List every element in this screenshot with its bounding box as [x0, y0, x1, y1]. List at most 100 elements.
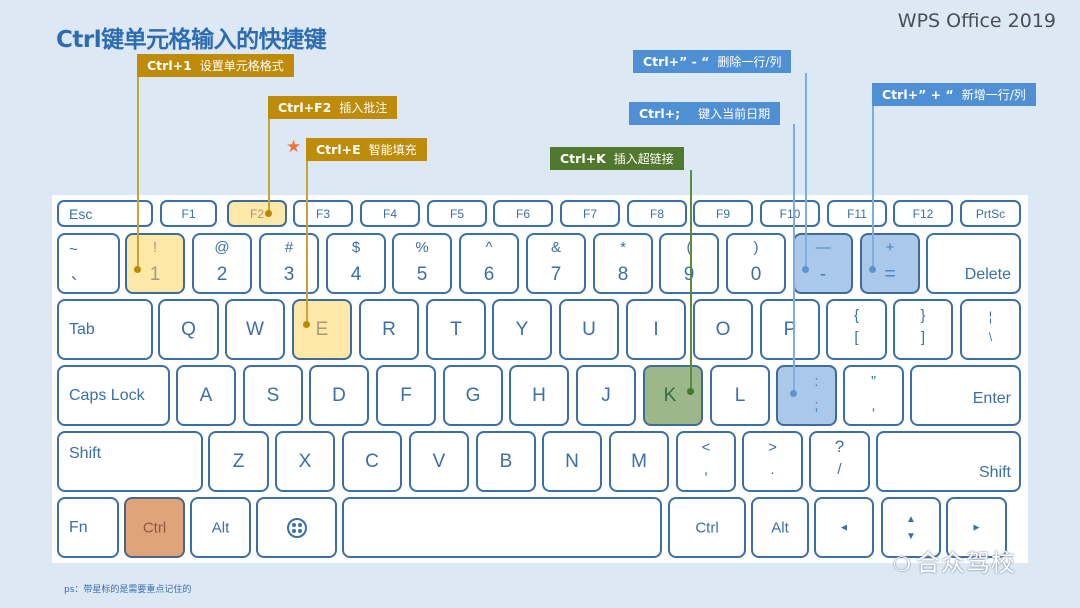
- key-l[interactable]: L: [710, 365, 770, 426]
- key-f10[interactable]: F10: [760, 200, 820, 227]
- brand-label: WPS Office 2019: [897, 10, 1056, 32]
- key-esc[interactable]: Esc: [57, 200, 153, 227]
- key-f9[interactable]: F9: [693, 200, 753, 227]
- key-h[interactable]: H: [509, 365, 569, 426]
- key-f[interactable]: F: [376, 365, 436, 426]
- key-m[interactable]: M: [609, 431, 669, 492]
- page-title: Ctrl键单元格输入的快捷键: [56, 27, 327, 53]
- key-3[interactable]: #3: [259, 233, 319, 294]
- key-right-bracket[interactable]: }]: [893, 299, 953, 360]
- key-g[interactable]: G: [443, 365, 503, 426]
- leader-line-ctrl-e: [306, 160, 308, 325]
- callout-ctrl-plus: Ctrl+” + “新增一行/列: [872, 83, 1036, 106]
- key-4[interactable]: $4: [326, 233, 386, 294]
- key-i[interactable]: I: [626, 299, 686, 360]
- key-quote[interactable]: ”,: [843, 365, 904, 426]
- leader-dot-ctrl-semicolon: [790, 390, 797, 397]
- key-t[interactable]: T: [426, 299, 486, 360]
- key-7[interactable]: & 7: [526, 233, 586, 294]
- leader-dot-ctrl-k: [687, 388, 694, 395]
- leader-dot-ctrl-1: [134, 266, 141, 273]
- key-f4[interactable]: F4: [360, 200, 420, 227]
- callout-ctrl-minus: Ctrl+” - “删除一行/列: [633, 50, 792, 73]
- key-b[interactable]: B: [476, 431, 536, 492]
- leader-line-ctrl-1: [137, 77, 139, 269]
- key-f5[interactable]: F5: [427, 200, 487, 227]
- key-p[interactable]: P: [760, 299, 820, 360]
- key-f6[interactable]: F6: [493, 200, 553, 227]
- leader-line-ctrl-minus: [805, 73, 807, 271]
- key-enter[interactable]: Enter: [910, 365, 1021, 426]
- key-f3[interactable]: F3: [293, 200, 353, 227]
- key-ctrl-left[interactable]: Ctrl: [124, 497, 185, 558]
- key-prtsc[interactable]: PrtSc: [960, 200, 1021, 227]
- key-slash[interactable]: ? /: [809, 431, 870, 492]
- key-alt-right[interactable]: Alt: [751, 497, 809, 558]
- key-8[interactable]: * 8: [593, 233, 653, 294]
- key-period[interactable]: >.: [742, 431, 803, 492]
- key-6[interactable]: ^ 6: [459, 233, 519, 294]
- key-u[interactable]: U: [559, 299, 619, 360]
- key-shift-right[interactable]: Shift: [876, 431, 1021, 492]
- key-2[interactable]: @2: [192, 233, 252, 294]
- key-z[interactable]: Z: [208, 431, 269, 492]
- key-shift-left[interactable]: Shift: [57, 431, 203, 492]
- key-f7[interactable]: F7: [560, 200, 620, 227]
- key-d[interactable]: D: [309, 365, 369, 426]
- arrow-right-icon: ►: [971, 522, 982, 533]
- wechat-icon: ❍: [893, 552, 912, 576]
- key-k[interactable]: K: [643, 365, 703, 426]
- key-w[interactable]: W: [225, 299, 285, 360]
- key-ctrl-right[interactable]: Ctrl: [668, 497, 746, 558]
- key-tilde[interactable]: ~、: [57, 233, 120, 294]
- key-o[interactable]: O: [693, 299, 753, 360]
- key-tab[interactable]: Tab: [57, 299, 153, 360]
- key-e[interactable]: E: [292, 299, 352, 360]
- leader-dot-ctrl-e: [303, 321, 310, 328]
- key-a[interactable]: A: [176, 365, 236, 426]
- key-f12[interactable]: F12: [893, 200, 953, 227]
- key-semicolon[interactable]: :;: [776, 365, 837, 426]
- key-minus[interactable]: — -: [793, 233, 853, 294]
- key-f2[interactable]: F2: [227, 200, 287, 227]
- key-windows[interactable]: [256, 497, 337, 558]
- key-f8[interactable]: F8: [627, 200, 687, 227]
- key-alt-left[interactable]: Alt: [190, 497, 251, 558]
- arrow-down-icon: ▼: [906, 531, 916, 542]
- key-x[interactable]: X: [275, 431, 335, 492]
- key-equals[interactable]: + =: [860, 233, 920, 294]
- callout-ctrl-semicolon: Ctrl+; 键入当前日期: [629, 102, 781, 125]
- key-backslash[interactable]: ¦ \: [960, 299, 1021, 360]
- key-delete[interactable]: Delete: [926, 233, 1021, 294]
- key-v[interactable]: V: [409, 431, 469, 492]
- key-1[interactable]: ! 1: [125, 233, 185, 294]
- key-y[interactable]: Y: [492, 299, 552, 360]
- key-q[interactable]: Q: [158, 299, 219, 360]
- leader-dot-ctrl-f2: [265, 210, 272, 217]
- star-icon: ★: [286, 137, 302, 156]
- key-s[interactable]: S: [243, 365, 303, 426]
- key-n[interactable]: N: [542, 431, 602, 492]
- key-f11[interactable]: F11: [827, 200, 887, 227]
- key-f1[interactable]: F1: [160, 200, 217, 227]
- callout-ctrl-e: Ctrl+E 智能填充: [306, 138, 427, 161]
- arrow-up-icon: ▲: [906, 514, 916, 525]
- key-c[interactable]: C: [342, 431, 402, 492]
- key-9[interactable]: (9: [659, 233, 719, 294]
- key-r[interactable]: R: [359, 299, 419, 360]
- key-0[interactable]: ) 0: [726, 233, 786, 294]
- leader-line-ctrl-f2: [268, 118, 270, 214]
- key-j[interactable]: J: [576, 365, 636, 426]
- leader-line-ctrl-k: [690, 170, 692, 392]
- key-comma[interactable]: <,: [676, 431, 736, 492]
- callout-ctrl-f2: Ctrl+F2 插入批注: [268, 96, 398, 119]
- key-caps-lock[interactable]: Caps Lock: [57, 365, 170, 426]
- key-space[interactable]: [342, 497, 662, 558]
- key-fn[interactable]: Fn: [57, 497, 119, 558]
- leader-line-ctrl-plus: [872, 106, 874, 269]
- callout-ctrl-k: Ctrl+K 插入超链接: [550, 147, 684, 170]
- key-5[interactable]: % 5: [392, 233, 452, 294]
- key-arrow-left[interactable]: ◄: [814, 497, 874, 558]
- key-left-bracket[interactable]: {[: [826, 299, 887, 360]
- leader-dot-ctrl-minus: [802, 266, 809, 273]
